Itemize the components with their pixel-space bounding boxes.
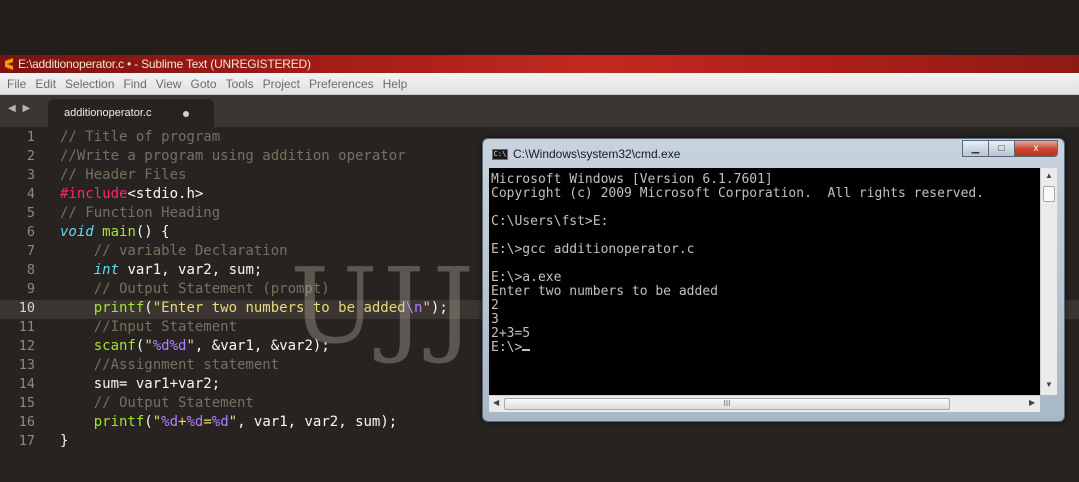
menu-goto[interactable]: Goto — [188, 77, 223, 91]
code-line[interactable]: // Output Statement (prompt) — [60, 280, 330, 299]
code-line[interactable]: // Title of program — [60, 128, 220, 147]
code-line[interactable]: // variable Declaration — [60, 242, 288, 261]
scroll-left-arrow-icon[interactable]: ◀ — [493, 398, 499, 407]
menu-edit[interactable]: Edit — [32, 77, 62, 91]
window-title: E:\additionoperator.c • - Sublime Text (… — [18, 57, 311, 71]
menu-tools[interactable]: Tools — [223, 77, 260, 91]
console-line: Copyright (c) 2009 Microsoft Corporation… — [491, 186, 985, 201]
menu-find[interactable]: Find — [120, 77, 152, 91]
console-line: E:\>gcc additionoperator.c — [491, 242, 695, 257]
console-cursor — [522, 349, 531, 351]
console-line: C:\Users\fst>E: — [491, 214, 609, 229]
code-line[interactable]: // Function Heading — [60, 204, 220, 223]
menu-help[interactable]: Help — [380, 77, 414, 91]
window-controls: ▁ □ x — [962, 140, 1058, 157]
line-number: 11 — [18, 319, 35, 335]
unsaved-dot-icon[interactable] — [183, 111, 189, 117]
line-number: 2 — [26, 148, 35, 164]
scroll-up-arrow-icon[interactable]: ▲ — [1045, 171, 1053, 180]
console-line: 2+3=5 — [491, 326, 531, 341]
tab-additionoperator[interactable]: additionoperator.c — [48, 99, 214, 128]
code-line[interactable]: //Write a program using addition operato… — [60, 147, 406, 166]
tab-label: additionoperator.c — [64, 107, 152, 119]
tab-bar: ◀ ▶ additionoperator.c — [0, 95, 1079, 128]
line-number-gutter: 1 2 3 4 5 6 7 8 9 10 11 12 13 14 15 16 1… — [0, 128, 44, 482]
line-number: 15 — [18, 395, 35, 411]
code-line[interactable]: } — [60, 432, 68, 451]
menu-view[interactable]: View — [153, 77, 188, 91]
menu-bar: File Edit Selection Find View Goto Tools… — [0, 73, 1079, 95]
scroll-down-arrow-icon[interactable]: ▼ — [1045, 380, 1053, 389]
line-number: 4 — [26, 186, 35, 202]
cmd-window-icon: C:\ — [492, 149, 508, 160]
console-line: E:\>a.exe — [491, 270, 562, 285]
tab-navigation-arrows-icon[interactable]: ◀ ▶ — [8, 103, 32, 114]
code-line[interactable]: printf("%d+%d=%d", var1, var2, sum); — [60, 413, 398, 432]
line-number-active: 10 — [18, 300, 35, 316]
line-number: 6 — [26, 224, 35, 240]
cmd-window-title: C:\Windows\system32\cmd.exe — [513, 147, 681, 161]
menu-project[interactable]: Project — [260, 77, 306, 91]
vertical-scrollbar[interactable]: ▲ ▼ — [1040, 168, 1057, 395]
minimize-button[interactable]: ▁ — [962, 140, 989, 157]
line-number: 7 — [26, 243, 35, 259]
scroll-right-arrow-icon[interactable]: ▶ — [1029, 398, 1035, 407]
line-number: 9 — [26, 281, 35, 297]
code-line[interactable]: scanf("%d%d", &var1, &var2); — [60, 337, 330, 356]
line-number: 16 — [18, 414, 35, 430]
line-number: 3 — [26, 167, 35, 183]
menu-preferences[interactable]: Preferences — [306, 77, 380, 91]
horizontal-scroll-thumb[interactable]: III — [504, 398, 950, 410]
line-number: 1 — [26, 129, 35, 145]
console-line: 2 — [491, 298, 499, 313]
close-button[interactable]: x — [1014, 140, 1058, 157]
vertical-scroll-thumb[interactable] — [1043, 186, 1055, 202]
code-line[interactable]: //Input Statement — [60, 318, 237, 337]
code-line[interactable]: //Assignment statement — [60, 356, 279, 375]
code-line[interactable]: int var1, var2, sum; — [60, 261, 263, 280]
console-output[interactable]: Microsoft Windows [Version 6.1.7601] Copy… — [489, 168, 1040, 395]
line-number: 13 — [18, 357, 35, 373]
window-titlebar[interactable]: E:\additionoperator.c • - Sublime Text (… — [0, 55, 1079, 73]
code-line[interactable]: // Output Statement — [60, 394, 254, 413]
code-line[interactable]: void main() { — [60, 223, 170, 242]
line-number: 5 — [26, 205, 35, 221]
menu-selection[interactable]: Selection — [62, 77, 120, 91]
code-line[interactable]: #include<stdio.h> — [60, 185, 203, 204]
console-line: E:\> — [491, 341, 531, 355]
code-line[interactable]: sum= var1+var2; — [60, 375, 220, 394]
menu-file[interactable]: File — [4, 77, 32, 91]
line-number: 14 — [18, 376, 35, 392]
console-line: Enter two numbers to be added — [491, 284, 718, 299]
code-line[interactable]: // Header Files — [60, 166, 186, 185]
cmd-window[interactable]: C:\ C:\Windows\system32\cmd.exe ▁ □ x Mi… — [482, 138, 1065, 422]
sublime-logo-icon — [5, 58, 13, 70]
desktop-background — [0, 0, 1079, 55]
code-line[interactable]: printf("Enter two numbers to be added\n"… — [60, 299, 448, 318]
line-number: 17 — [18, 433, 35, 449]
line-number: 12 — [18, 338, 35, 354]
horizontal-scrollbar[interactable]: ◀ III ▶ — [489, 395, 1040, 412]
console-line: Microsoft Windows [Version 6.1.7601] — [491, 172, 773, 187]
console-line: 3 — [491, 312, 499, 327]
line-number: 8 — [26, 262, 35, 278]
maximize-button[interactable]: □ — [988, 140, 1015, 157]
